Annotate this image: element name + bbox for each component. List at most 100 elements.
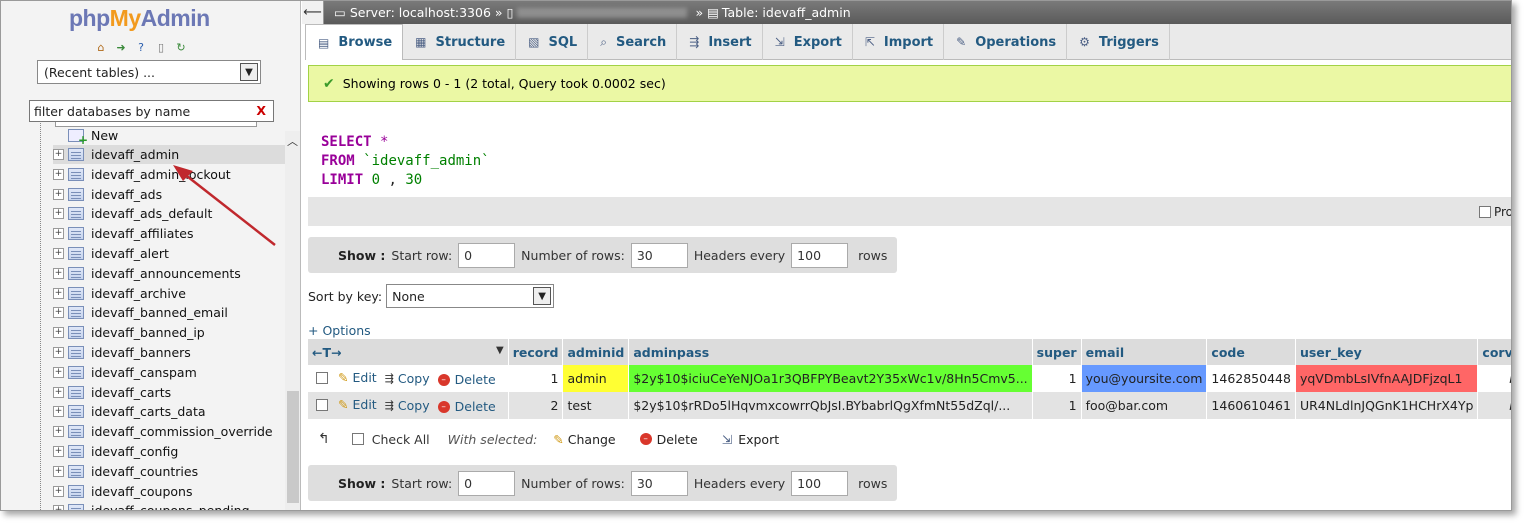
cell-corvette[interactable]: NULL xyxy=(1477,392,1511,419)
tree-scrollbar[interactable]: ︿ xyxy=(285,131,300,510)
expand-icon[interactable]: + xyxy=(53,248,64,259)
delete-button[interactable]: – Delete xyxy=(437,399,496,414)
cell-adminpass[interactable]: $2y$10$rRDo5lHqvmxcowrrQbJsI.BYbabrlQgXf… xyxy=(628,392,1033,419)
expand-icon[interactable]: + xyxy=(53,228,64,240)
expand-icon[interactable]: + xyxy=(53,168,64,180)
filter-databases-input[interactable]: filter databases by name X xyxy=(29,100,274,122)
expand-icon[interactable]: + xyxy=(53,188,64,200)
tree-item-new[interactable]: New xyxy=(53,126,285,147)
check-all-checkbox[interactable] xyxy=(351,433,364,445)
tree-item-table[interactable]: + idevaff_admin_lockout xyxy=(53,165,285,184)
tab-search[interactable]: ⌕ Search xyxy=(588,24,678,60)
tab-import[interactable]: ⇱ Import xyxy=(853,24,945,60)
tab-sql[interactable]: ▧ SQL xyxy=(516,24,589,60)
check-all-label[interactable]: Check All xyxy=(372,432,430,447)
copy-button[interactable]: ⇶ Copy xyxy=(385,398,430,413)
expand-icon[interactable]: + xyxy=(53,485,64,497)
cell-adminid[interactable]: test xyxy=(562,392,630,419)
column-corvette[interactable]: corvette xyxy=(1477,339,1511,365)
expand-icon[interactable]: + xyxy=(53,505,64,510)
profiling-checkbox[interactable] xyxy=(1478,206,1491,218)
tree-item-table[interactable]: + idevaff_alert xyxy=(53,244,285,263)
headers-every-input[interactable]: 100 xyxy=(791,470,849,496)
sort-by-select[interactable]: None ▼ xyxy=(386,284,555,308)
column-super[interactable]: super xyxy=(1032,339,1082,365)
edit-button[interactable]: ✎ Edit xyxy=(338,397,377,412)
tree-item-table[interactable]: + idevaff_coupons xyxy=(53,482,285,501)
breadcrumb-server[interactable]: Server: localhost:3306 xyxy=(350,5,491,20)
tree-item-table[interactable]: + idevaff_admin xyxy=(53,145,285,164)
tab-export[interactable]: ⇲ Export xyxy=(763,24,853,60)
tab-triggers[interactable]: ⚙ Triggers xyxy=(1067,24,1170,60)
tab-structure[interactable]: ▦ Structure xyxy=(403,24,517,60)
cell-user-key[interactable]: yqVDmbLsIVfnAAJDFjzqL1 xyxy=(1295,365,1479,392)
column-email[interactable]: email xyxy=(1081,339,1208,365)
expand-icon[interactable]: + xyxy=(53,307,64,319)
cell-super[interactable]: 1 xyxy=(1032,365,1082,392)
expand-icon[interactable]: + xyxy=(53,287,64,299)
row-checkbox[interactable] xyxy=(316,372,328,385)
home-icon[interactable]: ⌂ xyxy=(93,39,109,55)
cell-email[interactable]: you@yoursite.com xyxy=(1081,365,1208,392)
cell-corvette[interactable]: NULL xyxy=(1477,365,1511,392)
column-user-key[interactable]: user_key xyxy=(1295,339,1479,365)
tree-item-table[interactable]: + idevaff_canspam xyxy=(53,363,285,382)
delete-button[interactable]: – Delete xyxy=(437,372,496,387)
cell-code[interactable]: 1460610461 xyxy=(1206,392,1296,419)
tree-item-table[interactable]: + idevaff_carts xyxy=(53,383,285,402)
num-rows-input[interactable]: 30 xyxy=(630,470,688,496)
help-icon[interactable]: ? xyxy=(133,39,149,55)
start-row-input[interactable]: 0 xyxy=(458,242,516,268)
expand-icon[interactable]: + xyxy=(53,446,64,457)
column-adminpass[interactable]: adminpass xyxy=(628,339,1033,365)
tab-insert[interactable]: ⇶ Insert xyxy=(677,24,763,60)
edit-button[interactable]: ✎ Edit xyxy=(338,370,377,385)
tab-browse[interactable]: ▤ Browse xyxy=(305,24,404,60)
delete-selected-button[interactable]: – Delete xyxy=(639,432,698,447)
breadcrumb-database-redacted[interactable] xyxy=(517,7,688,18)
tree-item-table[interactable]: + idevaff_config xyxy=(53,442,285,461)
reload-icon[interactable]: ↻ xyxy=(173,39,189,55)
phpmyadmin-logo[interactable]: phpMyAdmin xyxy=(69,5,210,32)
column-controls[interactable]: ←T→ ▼ xyxy=(308,339,509,365)
breadcrumb-table[interactable]: Table: idevaff_admin xyxy=(722,5,851,20)
cell-user-key[interactable]: UR4NLdlnJQGnK1HCHrX4Yp xyxy=(1295,392,1479,419)
cell-code[interactable]: 1462850448 xyxy=(1206,365,1296,392)
tree-item-table[interactable]: + idevaff_coupons_pending xyxy=(53,501,285,510)
tree-item-table[interactable]: + idevaff_ads_default xyxy=(53,204,285,223)
row-checkbox[interactable] xyxy=(316,399,328,412)
cell-adminid[interactable]: admin xyxy=(562,365,630,392)
copy-button[interactable]: ⇶ Copy xyxy=(385,371,430,386)
cell-record[interactable]: 2 xyxy=(508,392,564,419)
expand-icon[interactable]: + xyxy=(53,366,64,378)
expand-icon[interactable]: + xyxy=(53,208,64,220)
tree-item-table[interactable]: + idevaff_archive xyxy=(53,284,285,303)
options-link[interactable]: + Options xyxy=(308,323,371,338)
profiling-toggle[interactable]: Pro xyxy=(1478,205,1511,219)
expand-icon[interactable]: + xyxy=(53,149,64,160)
cell-email[interactable]: foo@bar.com xyxy=(1081,392,1208,419)
tree-item-table[interactable]: + idevaff_carts_data xyxy=(53,402,285,421)
tree-item-table[interactable]: + idevaff_banned_ip xyxy=(53,323,285,342)
tree-item-table[interactable]: + idevaff_banners xyxy=(53,343,285,362)
column-record[interactable]: record xyxy=(508,339,564,365)
expand-icon[interactable]: + xyxy=(53,327,64,339)
expand-icon[interactable]: + xyxy=(53,267,64,279)
recent-tables-select[interactable]: (Recent tables) ... ▼ xyxy=(37,60,261,84)
column-adminid[interactable]: adminid xyxy=(562,339,630,365)
tab-operations[interactable]: ✎ Operations xyxy=(944,24,1068,60)
scroll-up-icon[interactable]: ︿ xyxy=(287,133,298,149)
chevron-down-icon[interactable]: ▼ xyxy=(240,63,258,81)
start-row-input[interactable]: 0 xyxy=(458,470,516,496)
cell-record[interactable]: 1 xyxy=(508,365,564,392)
tree-item-table[interactable]: + idevaff_affiliates xyxy=(53,224,285,243)
tree-item-table[interactable]: + idevaff_countries xyxy=(53,462,285,481)
tree-item-table[interactable]: + idevaff_banned_email xyxy=(53,303,285,322)
tree-item-table[interactable]: + idevaff_announcements xyxy=(53,264,285,283)
expand-icon[interactable]: + xyxy=(53,386,64,398)
tree-item-table[interactable]: + idevaff_ads xyxy=(53,185,285,204)
expand-icon[interactable]: + xyxy=(53,465,64,477)
expand-icon[interactable]: + xyxy=(53,426,64,438)
clear-filter-icon[interactable]: X xyxy=(256,103,266,118)
docs-icon[interactable]: ▯ xyxy=(153,39,169,55)
